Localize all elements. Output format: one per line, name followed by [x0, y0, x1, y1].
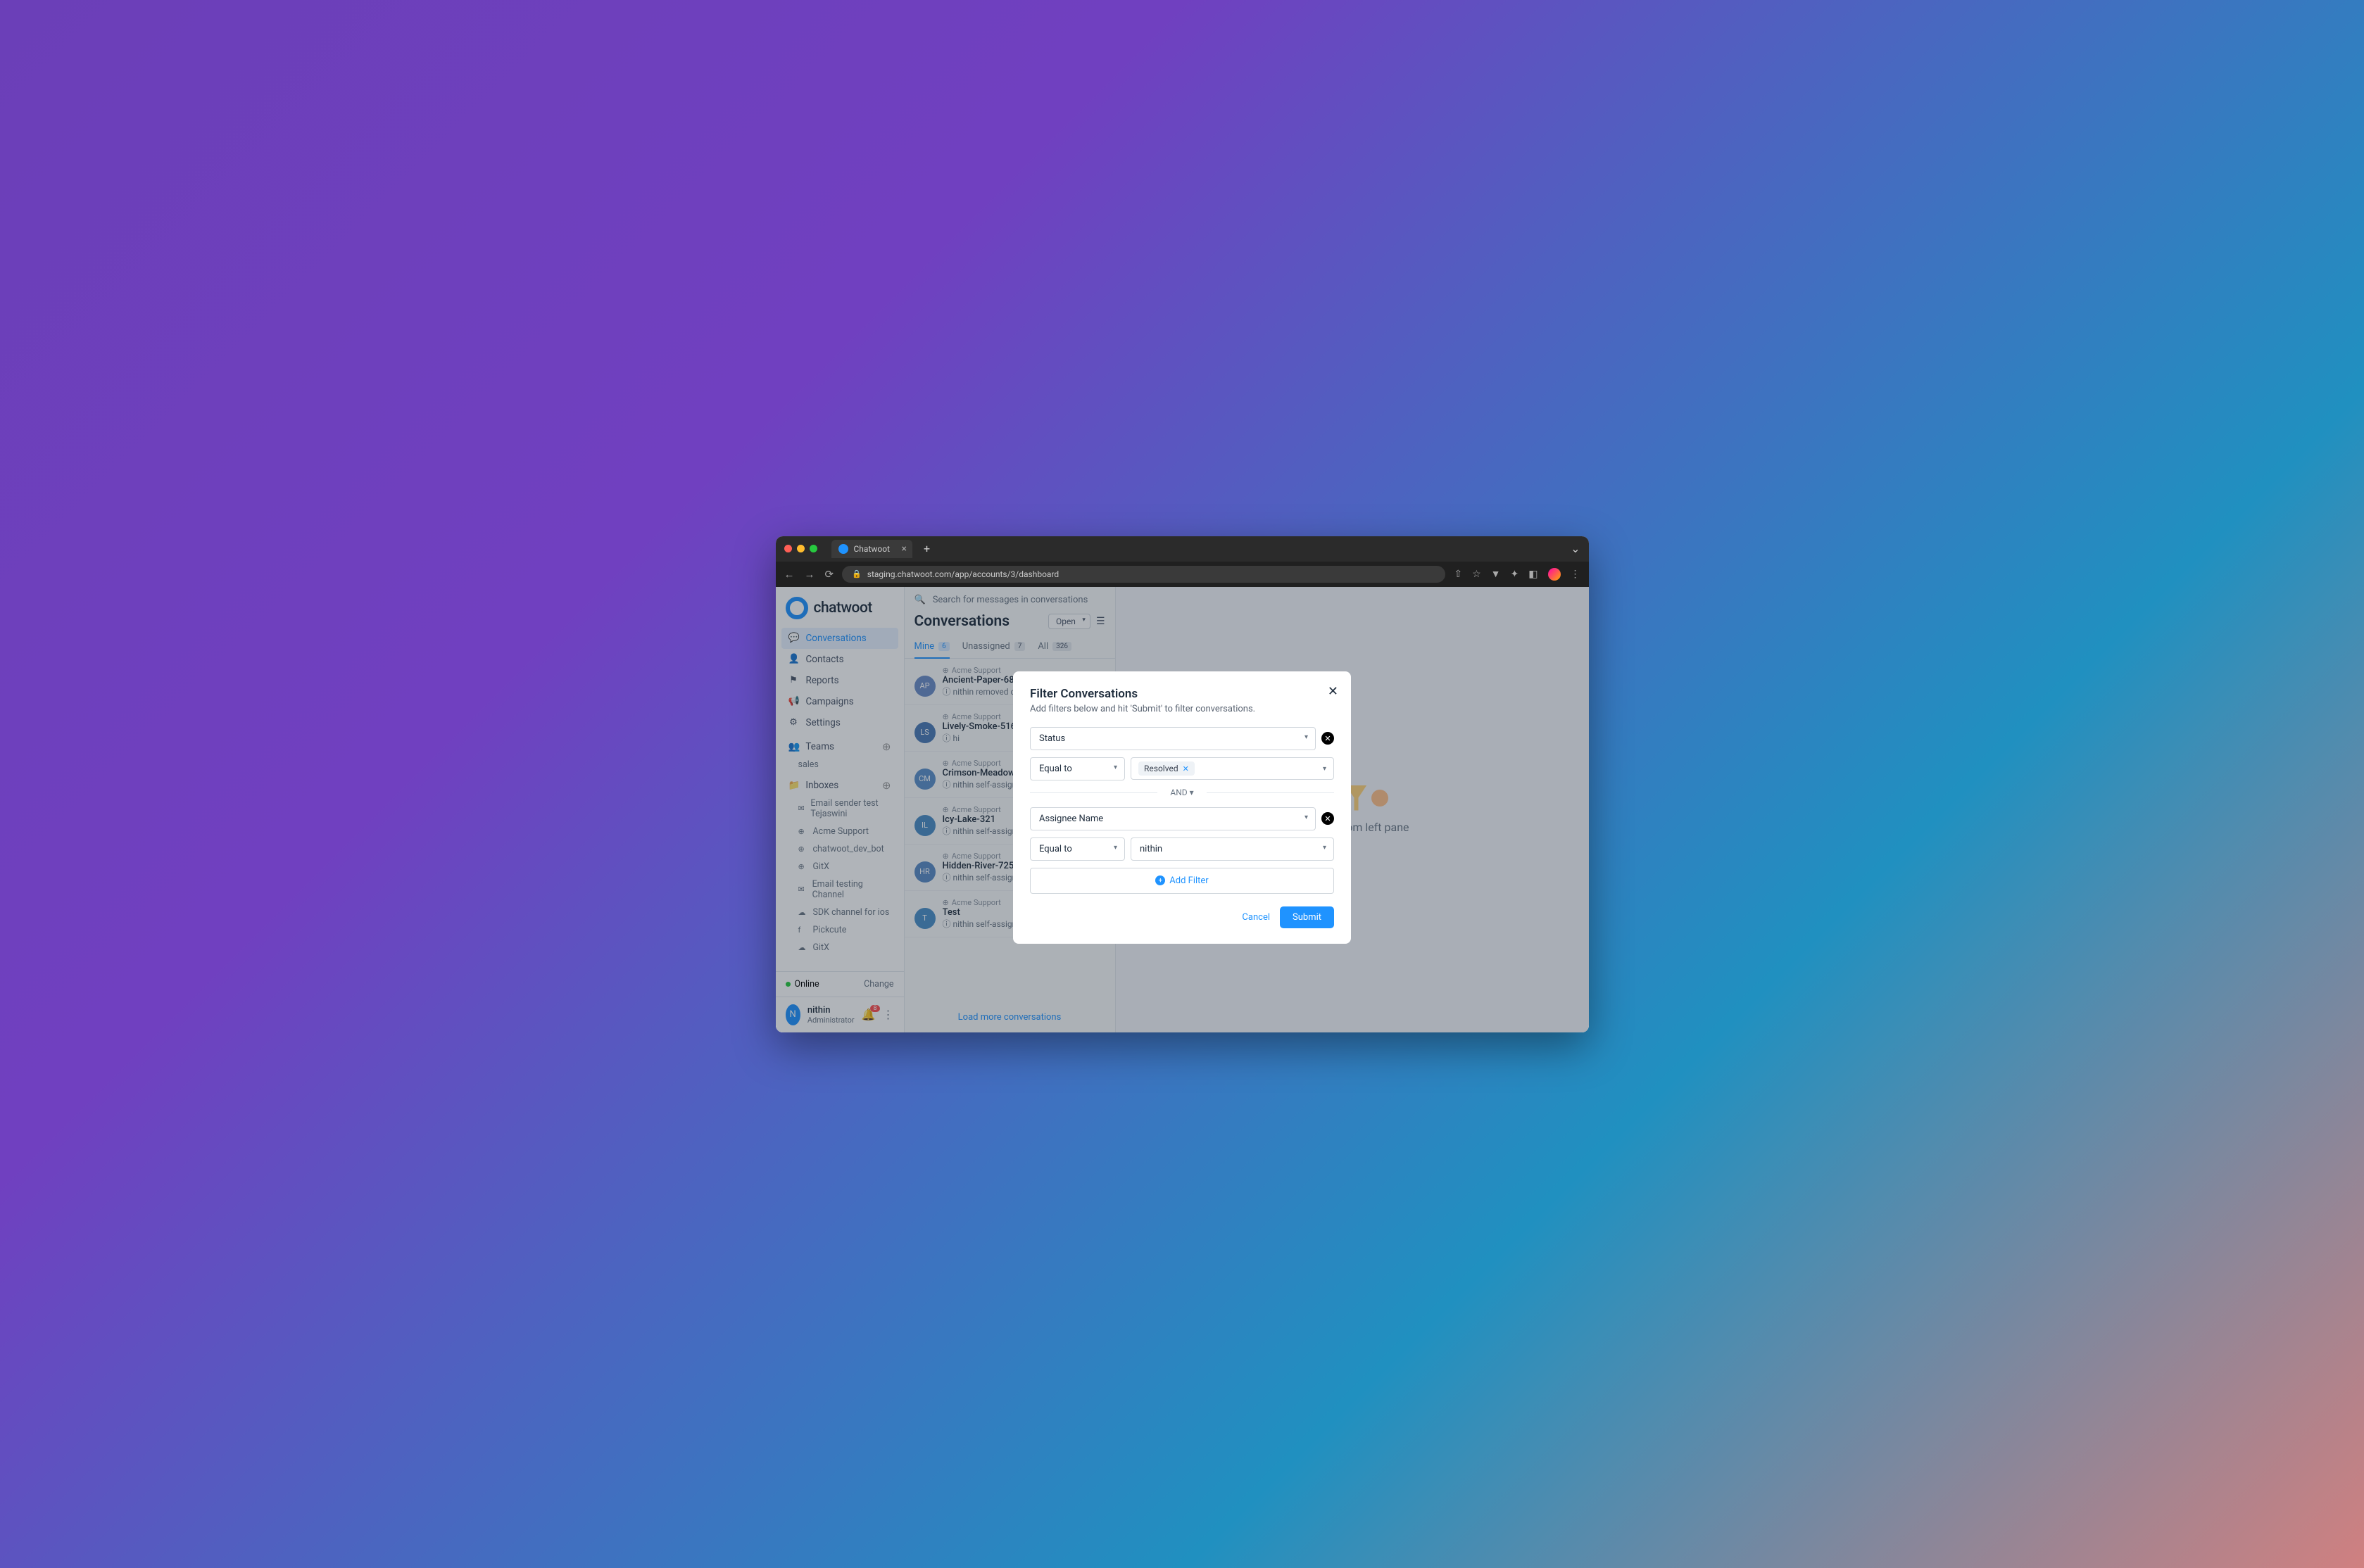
browser-tab[interactable]: Chatwoot × [831, 540, 913, 558]
filter-modal: ✕ Filter Conversations Add filters below… [1013, 671, 1351, 944]
vue-devtools-icon[interactable]: ▼ [1491, 568, 1501, 580]
app-body: chatwoot 💬Conversations 👤Contacts ⚑Repor… [776, 587, 1589, 1032]
nav-controls: ← → ⟳ [784, 568, 834, 581]
reload-button[interactable]: ⟳ [825, 568, 834, 581]
back-button[interactable]: ← [784, 568, 795, 581]
submit-button[interactable]: Submit [1280, 906, 1334, 928]
browser-toolbar: ⇧ ☆ ▼ ✦ ◧ ⋮ [1454, 568, 1580, 581]
forward-button[interactable]: → [805, 568, 815, 581]
filter-operator-select[interactable]: Equal to [1030, 837, 1125, 861]
new-tab-button[interactable]: + [924, 542, 930, 555]
filter-value-input[interactable]: nithin [1131, 837, 1334, 861]
tabs-menu-icon[interactable]: ⌄ [1571, 542, 1580, 555]
filter-attribute-select[interactable]: Assignee Name [1030, 807, 1316, 830]
modal-title: Filter Conversations [1030, 687, 1334, 701]
menu-icon[interactable]: ⋮ [1571, 569, 1580, 580]
modal-overlay[interactable]: ✕ Filter Conversations Add filters below… [776, 587, 1589, 1032]
favicon-icon [838, 544, 848, 554]
window-controls[interactable] [784, 545, 817, 552]
close-tab-icon[interactable]: × [902, 543, 907, 555]
modal-footer: Cancel Submit [1030, 906, 1334, 928]
bookmark-icon[interactable]: ☆ [1472, 569, 1481, 580]
url-field[interactable]: 🔒 staging.chatwoot.com/app/accounts/3/da… [842, 566, 1445, 583]
panel-icon[interactable]: ◧ [1528, 569, 1538, 580]
filter-value-select[interactable]: Resolved✕ [1131, 757, 1334, 780]
share-icon[interactable]: ⇧ [1454, 569, 1462, 580]
url-bar: ← → ⟳ 🔒 staging.chatwoot.com/app/account… [776, 562, 1589, 587]
filter-attribute-select[interactable]: Status [1030, 727, 1316, 750]
browser-window: Chatwoot × + ⌄ ← → ⟳ 🔒 staging.chatwoot.… [776, 536, 1589, 1032]
remove-filter-button[interactable]: ✕ [1321, 812, 1334, 825]
modal-subtitle: Add filters below and hit 'Submit' to fi… [1030, 704, 1334, 714]
profile-icon[interactable] [1548, 568, 1561, 581]
tab-bar: Chatwoot × + ⌄ [776, 536, 1589, 562]
url-text: staging.chatwoot.com/app/accounts/3/dash… [867, 569, 1059, 579]
filter-operator-select[interactable]: Equal to [1030, 757, 1125, 780]
lock-icon: 🔒 [852, 569, 862, 578]
cancel-button[interactable]: Cancel [1242, 912, 1270, 923]
add-filter-button[interactable]: + Add Filter [1030, 868, 1334, 894]
filter-value-chip: Resolved✕ [1138, 761, 1195, 776]
remove-filter-button[interactable]: ✕ [1321, 732, 1334, 745]
remove-chip-icon[interactable]: ✕ [1183, 764, 1189, 773]
plus-icon: + [1155, 875, 1165, 885]
tab-title: Chatwoot [854, 544, 891, 554]
extensions-icon[interactable]: ✦ [1511, 569, 1519, 580]
and-operator[interactable]: AND ▾ [1030, 788, 1334, 797]
close-modal-button[interactable]: ✕ [1328, 684, 1338, 699]
